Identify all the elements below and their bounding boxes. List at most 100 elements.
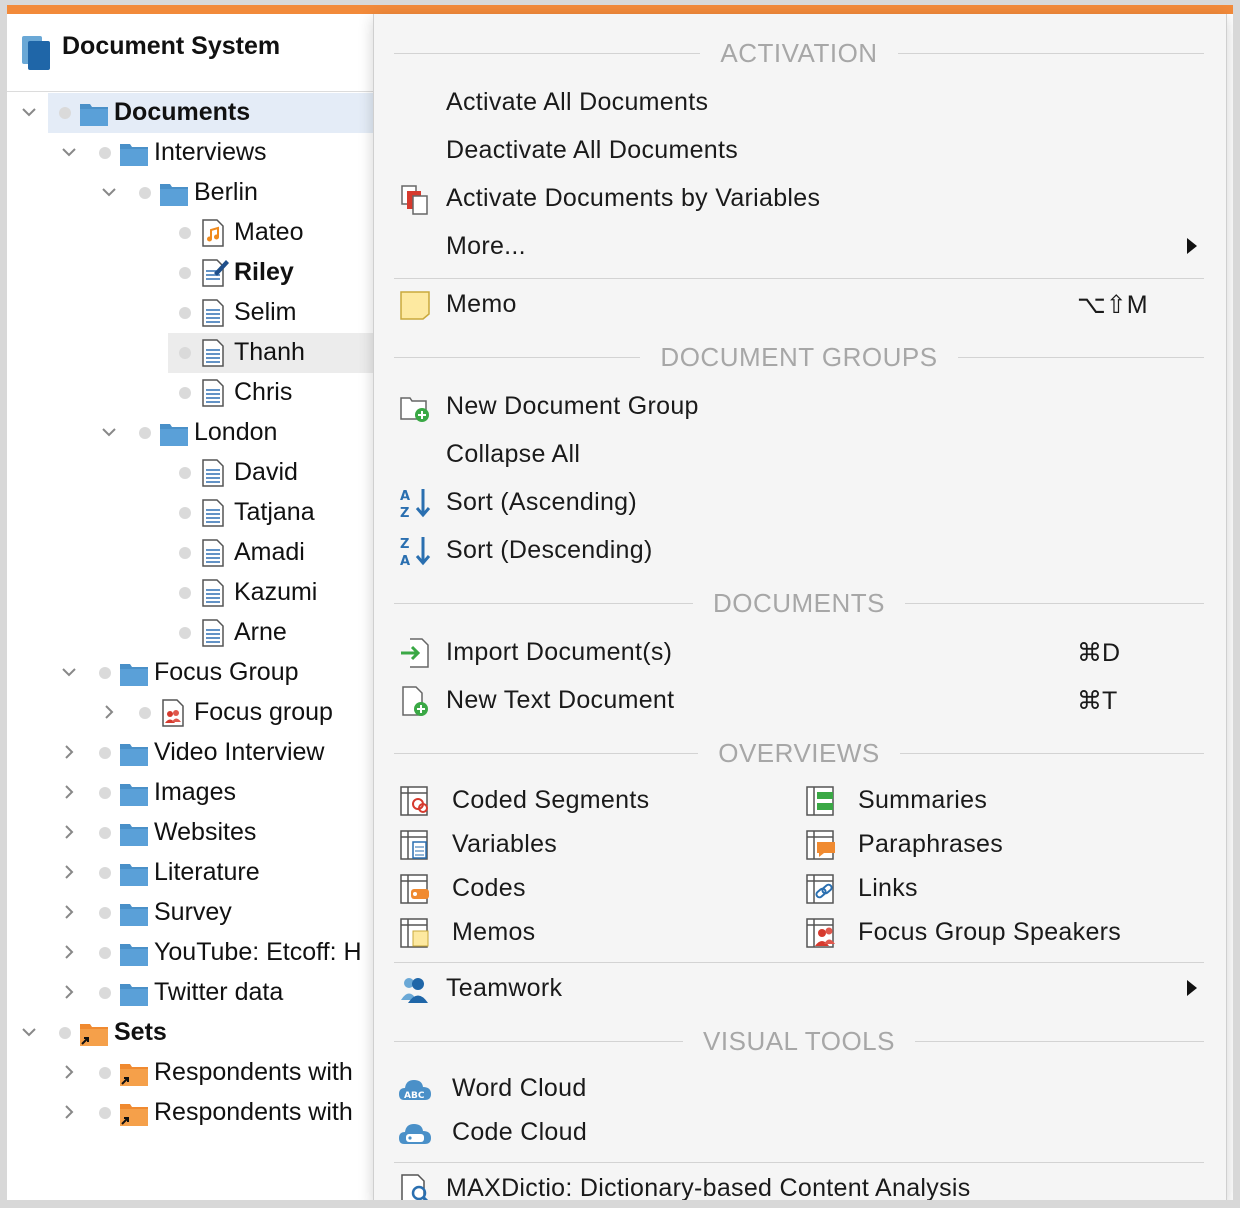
tree-row[interactable]: Respondents with (7, 1093, 373, 1133)
activation-dot[interactable] (99, 867, 111, 879)
activation-dot[interactable] (99, 827, 111, 839)
activation-dot[interactable] (139, 707, 151, 719)
tree-row[interactable]: Video Interview (7, 733, 373, 773)
menu-item-links[interactable]: Links (794, 868, 1224, 908)
menu-item-more[interactable]: More... (374, 226, 1224, 266)
chevron-down-icon[interactable] (20, 103, 38, 121)
tree-label: Amadi (234, 538, 305, 566)
chevron-right-icon[interactable] (60, 943, 78, 961)
chevron-right-icon[interactable] (60, 1103, 78, 1121)
menu-item-teamwork[interactable]: Teamwork (374, 968, 1224, 1008)
activation-dot[interactable] (139, 427, 151, 439)
tree-row[interactable]: Focus Group (7, 653, 373, 693)
tree-row[interactable]: Amadi (7, 533, 373, 573)
activation-dot[interactable] (99, 987, 111, 999)
word-cloud-icon: ABC (399, 1080, 431, 1101)
menu-item-coded-segments[interactable]: Coded Segments (374, 780, 794, 820)
menu-item-import-documents[interactable]: Import Document(s) ⌘D (374, 632, 1224, 672)
tree-row[interactable]: Berlin (7, 173, 373, 213)
menu-item-focus-group-speakers[interactable]: Focus Group Speakers (794, 912, 1224, 952)
tree-row[interactable]: Websites (7, 813, 373, 853)
menu-item-memo[interactable]: Memo ⌥⇧M (374, 284, 1224, 324)
tree-row[interactable]: Selim (7, 293, 373, 333)
activation-dot[interactable] (179, 307, 191, 319)
panel-title: Document System (62, 32, 281, 60)
section-header-documents: DOCUMENTS (394, 588, 1204, 618)
chevron-down-icon[interactable] (20, 1023, 38, 1041)
menu-item-deactivate-all[interactable]: Deactivate All Documents (374, 130, 1224, 170)
tree-row[interactable]: David (7, 453, 373, 493)
menu-item-collapse-all[interactable]: Collapse All (374, 434, 1224, 474)
tree-row[interactable]: Focus group (7, 693, 373, 733)
chevron-down-icon[interactable] (100, 423, 118, 441)
tree-row[interactable]: Arne (7, 613, 373, 653)
activation-dot[interactable] (99, 667, 111, 679)
tree-row[interactable]: Documents (7, 93, 373, 133)
tree-label: Twitter data (154, 978, 284, 1006)
chevron-down-icon[interactable] (60, 663, 78, 681)
activation-dot[interactable] (99, 947, 111, 959)
activation-dot[interactable] (59, 1027, 71, 1039)
menu-item-code-cloud[interactable]: Code Cloud (374, 1112, 1224, 1152)
svg-text:Z: Z (400, 506, 409, 520)
menu-item-activate-by-variables[interactable]: Activate Documents by Variables (374, 178, 1224, 218)
tree-row[interactable]: Respondents with (7, 1053, 373, 1093)
menu-item-summaries[interactable]: Summaries (794, 780, 1224, 820)
chevron-right-icon[interactable] (60, 743, 78, 761)
menu-item-sort-descending[interactable]: ZA Sort (Descending) (374, 530, 1224, 570)
activation-dot[interactable] (99, 1067, 111, 1079)
activation-dot[interactable] (179, 507, 191, 519)
menu-item-new-text-document[interactable]: New Text Document ⌘T (374, 680, 1224, 720)
menu-item-new-document-group[interactable]: New Document Group (374, 386, 1224, 426)
tree-row[interactable]: Riley (7, 253, 373, 293)
activation-dot[interactable] (179, 267, 191, 279)
tree-row[interactable]: YouTube: Etcoff: H (7, 933, 373, 973)
menu-item-word-cloud[interactable]: ABC Word Cloud (374, 1068, 1224, 1108)
tree-row[interactable]: Kazumi (7, 573, 373, 613)
chevron-down-icon[interactable] (100, 183, 118, 201)
activation-dot[interactable] (99, 907, 111, 919)
menu-item-maxdictio[interactable]: MAXDictio: Dictionary-based Content Anal… (374, 1168, 1224, 1200)
activation-dot[interactable] (179, 587, 191, 599)
tree-row[interactable]: Mateo (7, 213, 373, 253)
activation-dot[interactable] (59, 107, 71, 119)
menu-item-sort-ascending[interactable]: AZ Sort (Ascending) (374, 482, 1224, 522)
activation-dot[interactable] (99, 787, 111, 799)
tree-row[interactable]: Images (7, 773, 373, 813)
chevron-right-icon[interactable] (100, 703, 118, 721)
activation-dot[interactable] (139, 187, 151, 199)
activation-dot[interactable] (179, 547, 191, 559)
tree-row[interactable]: Chris (7, 373, 373, 413)
activation-dot[interactable] (99, 1107, 111, 1119)
menu-item-paraphrases[interactable]: Paraphrases (794, 824, 1224, 864)
tree-row[interactable]: Sets (7, 1013, 373, 1053)
menu-item-activate-all[interactable]: Activate All Documents (374, 82, 1224, 122)
chevron-right-icon[interactable] (60, 903, 78, 921)
chevron-right-icon[interactable] (60, 823, 78, 841)
chevron-right-icon[interactable] (60, 863, 78, 881)
text-document-icon (202, 379, 224, 407)
activation-dot[interactable] (99, 747, 111, 759)
activation-dot[interactable] (179, 627, 191, 639)
activation-dot[interactable] (99, 147, 111, 159)
activation-dot[interactable] (179, 387, 191, 399)
menu-item-variables[interactable]: Variables (374, 824, 794, 864)
tree-row[interactable]: Twitter data (7, 973, 373, 1013)
document-system-window: Document System Documents Interviews Ber… (7, 5, 1233, 1200)
menu-item-codes[interactable]: Codes (374, 868, 794, 908)
tree-row[interactable]: Thanh (7, 333, 373, 373)
activation-dot[interactable] (179, 347, 191, 359)
chevron-right-icon[interactable] (60, 1063, 78, 1081)
activation-dot[interactable] (179, 227, 191, 239)
activation-dot[interactable] (179, 467, 191, 479)
tree-row[interactable]: Survey (7, 893, 373, 933)
chevron-right-icon[interactable] (60, 983, 78, 1001)
chevron-down-icon[interactable] (60, 143, 78, 161)
tree-row[interactable]: Tatjana (7, 493, 373, 533)
tree-label: Interviews (154, 138, 267, 166)
chevron-right-icon[interactable] (60, 783, 78, 801)
tree-row[interactable]: London (7, 413, 373, 453)
menu-item-memos[interactable]: Memos (374, 912, 794, 952)
tree-row[interactable]: Literature (7, 853, 373, 893)
tree-row[interactable]: Interviews (7, 133, 373, 173)
